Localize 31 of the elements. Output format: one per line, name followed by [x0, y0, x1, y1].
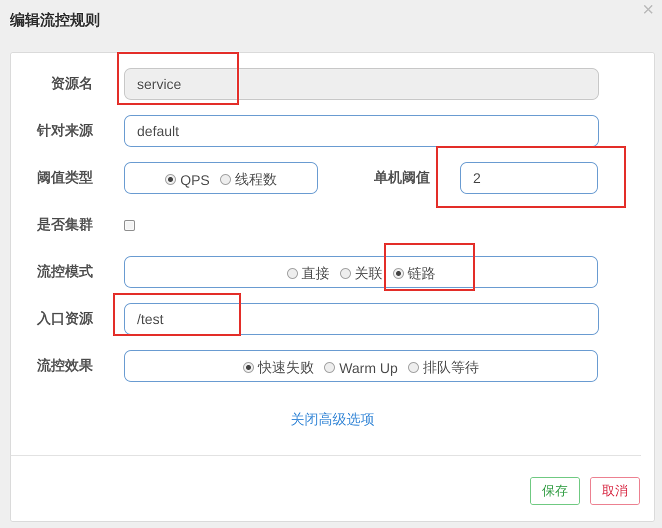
radio-button[interactable]	[392, 268, 404, 279]
radio-button[interactable]	[165, 174, 176, 185]
radio-option[interactable]: Warm Up	[324, 356, 398, 376]
radio-button[interactable]	[408, 362, 419, 373]
radio-option[interactable]: 直接	[286, 262, 330, 282]
field-label: 阈值类型	[36, 169, 93, 187]
input-field[interactable]: default	[124, 115, 599, 147]
field-label: 流控效果	[36, 357, 93, 375]
radio-button[interactable]	[324, 362, 336, 373]
field-label: 是否集群	[36, 216, 93, 234]
checkbox[interactable]	[124, 220, 135, 230]
radio-option[interactable]: 快速失败	[243, 356, 314, 376]
radio-option[interactable]: 排队等待	[408, 356, 479, 376]
field-label: 流控模式	[36, 263, 93, 281]
field-label: 针对来源	[36, 122, 93, 140]
input-field[interactable]: /test	[124, 303, 599, 335]
radio-option[interactable]: QPS	[165, 168, 210, 188]
input-field[interactable]: 2	[460, 162, 598, 194]
radio-button[interactable]	[286, 268, 298, 279]
radio-button[interactable]	[243, 362, 254, 373]
radio-option[interactable]: 线程数	[220, 168, 277, 188]
field-label: 资源名	[50, 75, 93, 93]
field-label: 单机阈值	[373, 169, 431, 187]
dialog-title: 编辑流控规则	[10, 11, 100, 30]
radio-button[interactable]	[220, 174, 231, 185]
radio-button[interactable]	[340, 268, 350, 279]
field-label: 入口资源	[36, 310, 93, 328]
cancel-button[interactable]: 取消	[590, 477, 640, 505]
radio-option[interactable]: 关联	[340, 262, 382, 282]
advanced-options-link[interactable]: 关闭高级选项	[290, 411, 374, 429]
radio-option[interactable]: 链路	[392, 262, 436, 282]
